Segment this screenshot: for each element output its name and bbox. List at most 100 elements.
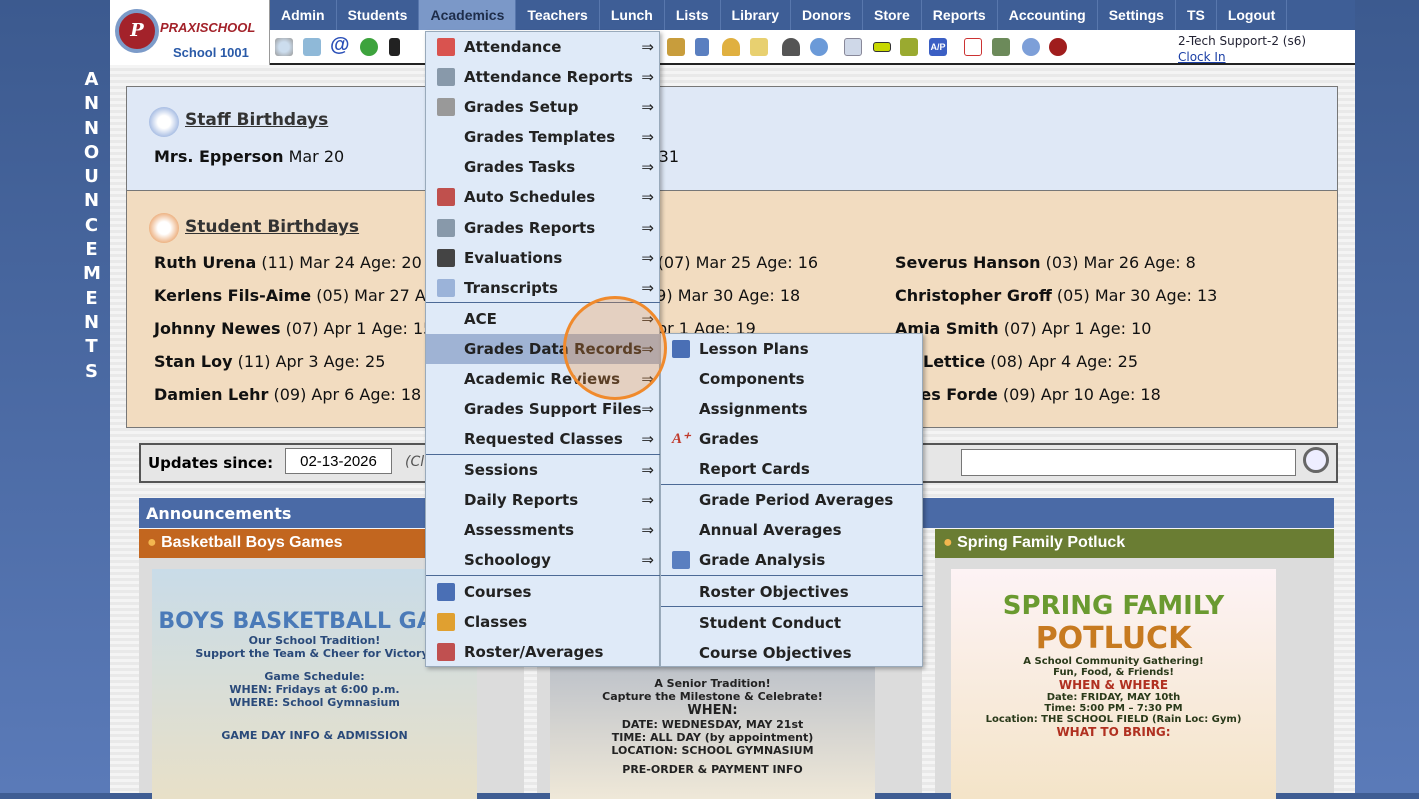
- submenu-item-course-objectives[interactable]: Course Objectives: [661, 638, 923, 668]
- submenu-item-report-cards[interactable]: Report Cards: [661, 454, 923, 484]
- card-title[interactable]: ● Spring Family Potluck: [935, 529, 1334, 558]
- calendar-grid-icon[interactable]: [303, 38, 321, 56]
- check-print-icon[interactable]: [900, 38, 918, 56]
- menu-item-attendance-reports[interactable]: Attendance Reports ⇒: [426, 62, 660, 92]
- chat-icon[interactable]: [360, 38, 378, 56]
- staff-birthdays-title[interactable]: Staff Birthdays: [185, 110, 328, 130]
- cash-register-icon[interactable]: [992, 38, 1010, 56]
- submenu-arrow-icon: ⇒: [641, 521, 654, 539]
- menu-item-classes[interactable]: Classes: [426, 607, 660, 637]
- pdf-icon[interactable]: [964, 38, 982, 56]
- nav-academics[interactable]: Academics: [419, 0, 517, 30]
- submenu-item-label: Report Cards: [699, 460, 810, 478]
- menu-item-assessments[interactable]: Assessments ⇒: [426, 515, 660, 545]
- announcements-vertical-label[interactable]: ANNOUNCEMENTS: [83, 68, 101, 384]
- alert-icon[interactable]: [1049, 38, 1067, 56]
- nav-donors[interactable]: Donors: [791, 0, 863, 30]
- submenu-item-label: Student Conduct: [699, 614, 842, 632]
- logo[interactable]: P PRAXISCHOOL School 1001: [110, 0, 270, 65]
- nav-accounting[interactable]: Accounting: [998, 0, 1098, 30]
- menu-item-label: Sessions: [464, 461, 538, 479]
- gear-icon: [437, 98, 455, 116]
- book-icon: [672, 340, 690, 358]
- submenu-arrow-icon: ⇒: [641, 461, 654, 479]
- staff-birthdays-panel: Staff Birthdays Mrs. Epperson Mar 20 r 3…: [126, 86, 1338, 191]
- checkbox-icon: [437, 249, 455, 267]
- menu-item-attendance[interactable]: Attendance ⇒: [426, 32, 660, 62]
- nav-lunch[interactable]: Lunch: [600, 0, 665, 30]
- submenu-item-assignments[interactable]: Assignments: [661, 394, 923, 424]
- submenu-arrow-icon: ⇒: [641, 38, 654, 56]
- person-icon: [437, 613, 455, 631]
- submenu-item-roster-objectives[interactable]: Roster Objectives: [661, 577, 923, 607]
- menu-item-evaluations[interactable]: Evaluations ⇒: [426, 243, 660, 273]
- nav-store[interactable]: Store: [863, 0, 922, 30]
- bell-icon[interactable]: [722, 38, 740, 56]
- library-book-icon[interactable]: [695, 38, 709, 56]
- menu-item-label: Assessments: [464, 521, 575, 539]
- submenu-item-annual-averages[interactable]: Annual Averages: [661, 515, 923, 545]
- ticket-icon[interactable]: [873, 42, 891, 52]
- menu-item-requested-classes[interactable]: Requested Classes ⇒: [426, 424, 660, 454]
- menu-item-sessions[interactable]: Sessions ⇒: [426, 455, 660, 485]
- nav-ts[interactable]: TS: [1176, 0, 1217, 30]
- nav-students[interactable]: Students: [337, 0, 420, 30]
- submenu-item-lesson-plans[interactable]: Lesson Plans: [661, 334, 923, 364]
- printer-icon: [437, 68, 455, 86]
- nav-settings[interactable]: Settings: [1098, 0, 1176, 30]
- menu-item-label: Requested Classes: [464, 430, 623, 448]
- student-birthdays-title[interactable]: Student Birthdays: [185, 217, 359, 237]
- student-birthday-entry: Damien Lehr (09) Apr 6 Age: 18: [154, 385, 422, 404]
- menu-item-grades-reports[interactable]: Grades Reports ⇒: [426, 213, 660, 243]
- staff-icon[interactable]: [782, 38, 800, 56]
- menu-item-schoology[interactable]: Schoology ⇒: [426, 545, 660, 575]
- menu-item-label: Daily Reports: [464, 491, 579, 509]
- menu-item-label: Grades Templates: [464, 128, 616, 146]
- nav-lists[interactable]: Lists: [665, 0, 721, 30]
- submenu-item-label: Annual Averages: [699, 521, 842, 539]
- menu-divider: [426, 575, 660, 576]
- nav-library[interactable]: Library: [721, 0, 791, 30]
- submenu-item-components[interactable]: Components: [661, 364, 923, 394]
- submenu-divider: [661, 575, 923, 576]
- nav-logout[interactable]: Logout: [1217, 0, 1288, 30]
- menu-item-grades-tasks[interactable]: Grades Tasks ⇒: [426, 152, 660, 182]
- menu-item-label: Roster/Averages: [464, 643, 604, 661]
- menu-item-grades-templates[interactable]: Grades Templates ⇒: [426, 122, 660, 152]
- announcement-card[interactable]: ● Spring Family Potluck SPRING FAMILY PO…: [935, 529, 1334, 799]
- nav-teachers[interactable]: Teachers: [516, 0, 600, 30]
- nav-reports[interactable]: Reports: [922, 0, 998, 30]
- menu-item-daily-reports[interactable]: Daily Reports ⇒: [426, 485, 660, 515]
- email-icon[interactable]: @: [330, 34, 350, 56]
- clock-icon[interactable]: [810, 38, 828, 56]
- submenu-divider: [661, 484, 923, 485]
- bar-chart-icon: [672, 551, 690, 569]
- submenu-item-label: Grades: [699, 430, 759, 448]
- staff-birthday-icon: [149, 107, 179, 141]
- student-birthday-entry: Christopher Groff (05) Mar 30 Age: 13: [895, 286, 1218, 305]
- search-input[interactable]: [961, 449, 1296, 476]
- submenu-item-student-conduct[interactable]: Student Conduct: [661, 608, 923, 638]
- student-birthday-icon: [149, 213, 179, 247]
- clock-in-link[interactable]: Clock In: [1178, 50, 1226, 64]
- submenu-item-label: Course Objectives: [699, 644, 852, 662]
- calculator-icon[interactable]: [844, 38, 862, 56]
- help-icon[interactable]: [1022, 38, 1040, 56]
- menu-item-roster-averages[interactable]: Roster/Averages: [426, 637, 660, 667]
- phone-icon[interactable]: [389, 38, 400, 56]
- submenu-item-grades[interactable]: A⁺ Grades: [661, 424, 923, 454]
- menu-item-courses[interactable]: Courses: [426, 577, 660, 607]
- search-button-icon[interactable]: [1303, 447, 1329, 473]
- menu-item-grades-setup[interactable]: Grades Setup ⇒: [426, 92, 660, 122]
- search-icon[interactable]: [275, 38, 293, 56]
- student-birthday-entry: r (07) Mar 25 Age: 16: [646, 253, 819, 272]
- submenu-item-grade-period-averages[interactable]: Grade Period Averages: [661, 485, 923, 515]
- export-icon[interactable]: [750, 38, 768, 56]
- lunch-icon[interactable]: [667, 38, 685, 56]
- menu-item-auto-schedules[interactable]: Auto Schedules ⇒: [426, 182, 660, 212]
- submenu-item-label: Roster Objectives: [699, 583, 849, 601]
- submenu-item-grade-analysis[interactable]: Grade Analysis: [661, 545, 923, 575]
- accounts-payable-icon[interactable]: A/P: [929, 38, 947, 56]
- updates-date-input[interactable]: [285, 448, 392, 474]
- nav-admin[interactable]: Admin: [270, 0, 337, 30]
